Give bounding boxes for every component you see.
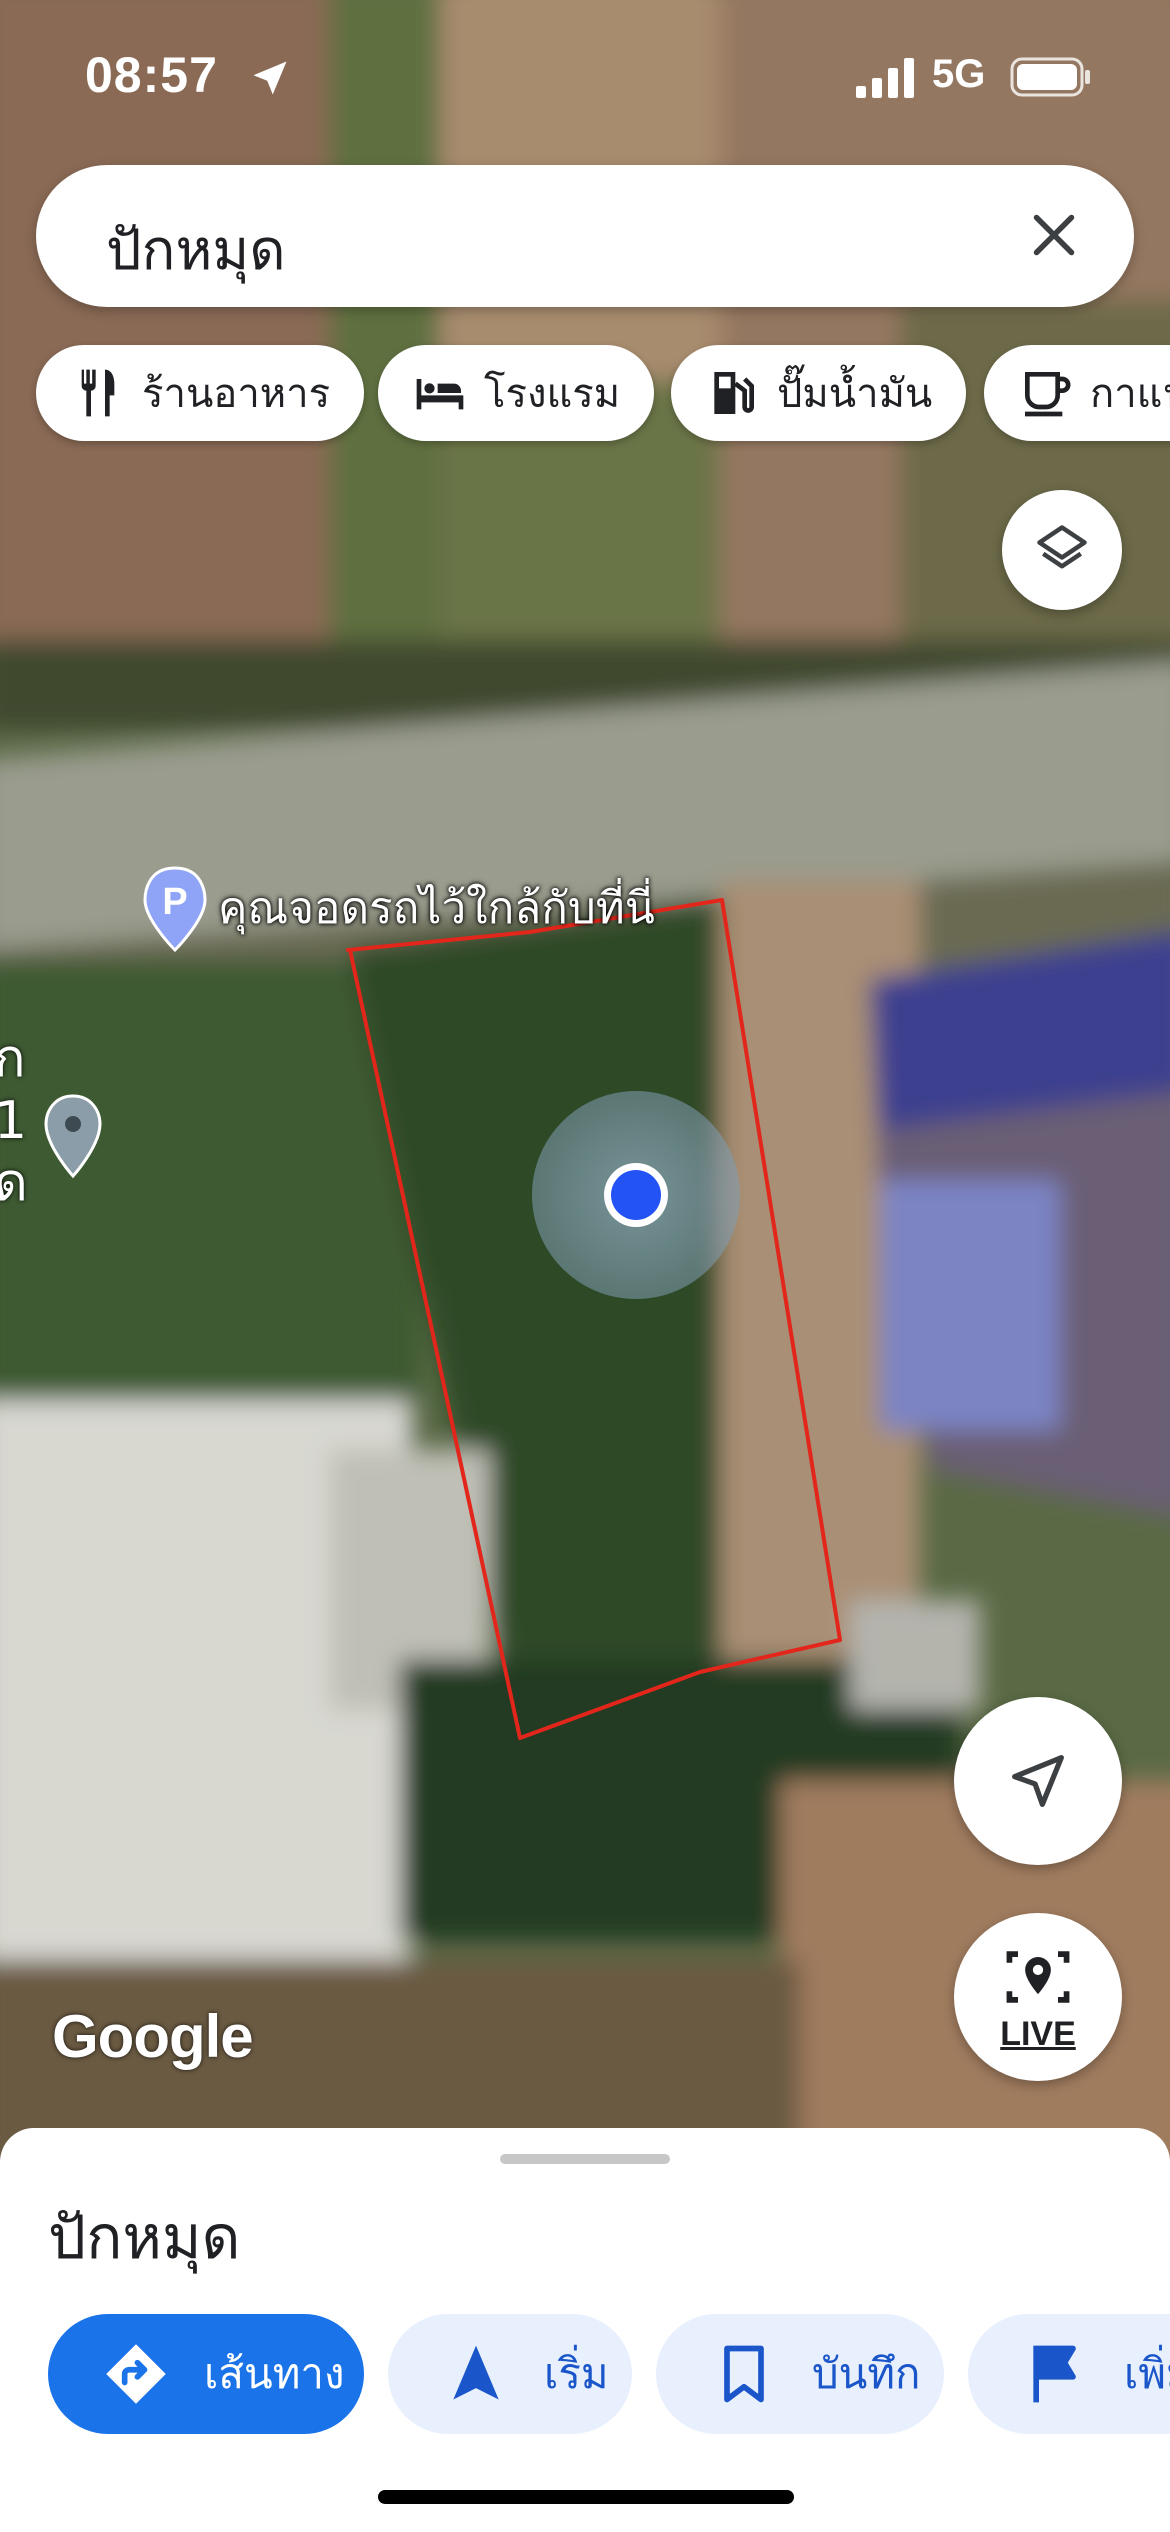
search-input[interactable]: ปักหมุด [106, 205, 286, 294]
home-indicator[interactable] [378, 2490, 794, 2504]
hotel-bed-icon [416, 379, 464, 410]
directions-icon [106, 2344, 166, 2404]
navigation-arrow-icon [453, 2345, 499, 2400]
live-label: LIVE [1000, 2014, 1076, 2053]
save-button[interactable]: บันทึก [656, 2314, 944, 2434]
bookmark-icon [724, 2345, 764, 2403]
layers-button[interactable] [1002, 490, 1122, 610]
close-icon[interactable] [1024, 205, 1084, 265]
edge-place-label[interactable]: ก 1 ด [0, 1028, 28, 1214]
chip-label: ปั๊มน้ำมัน [777, 371, 933, 417]
flag-icon [1033, 2345, 1076, 2403]
chip-gas-stations[interactable]: ปั๊มน้ำมัน [671, 345, 967, 441]
chip-restaurants[interactable]: ร้านอาหาร [36, 345, 365, 441]
sheet-drag-handle[interactable] [500, 2154, 670, 2164]
directions-button[interactable]: เส้นทาง [48, 2314, 364, 2434]
add-label-button[interactable]: เพิ่ม [968, 2314, 1170, 2434]
coffee-cup-icon [1025, 372, 1071, 417]
place-bottom-sheet[interactable]: ปักหมุด เส้นทาง เริ่ม บันทึก เพิ่ม [0, 2128, 1170, 2532]
chip-label: โรงแรม [484, 371, 621, 417]
chip-coffee[interactable]: กาแฟ [984, 345, 1170, 441]
screen: P คุณจอดรถไว้ใกล้กับที่นี่ ก 1 ด Google … [0, 0, 1170, 2532]
location-arrow-icon [253, 61, 287, 95]
my-location-button[interactable] [954, 1697, 1122, 1865]
start-button[interactable]: เริ่ม [388, 2314, 632, 2434]
network-type: 5G [932, 52, 986, 96]
parking-pin-letter: P [162, 881, 187, 923]
directions-label: เส้นทาง [204, 2349, 345, 2398]
layers-icon [1037, 525, 1087, 569]
live-view-icon [1006, 1950, 1070, 2003]
save-label: บันทึก [812, 2349, 921, 2398]
parked-here-label[interactable]: คุณจอดรถไว้ใกล้กับที่นี่ [218, 873, 655, 943]
navigation-arrow-icon [1012, 1755, 1064, 1807]
battery-icon [1010, 57, 1090, 97]
status-time: 08:57 [85, 47, 218, 103]
place-title: ปักหมุด [48, 2203, 241, 2273]
search-bar[interactable]: ปักหมุด [36, 165, 1134, 307]
chip-hotels[interactable]: โรงแรม [378, 345, 655, 441]
chip-label: กาแฟ [1090, 371, 1170, 417]
add-label: เพิ่ม [1124, 2349, 1170, 2398]
status-bar: 08:57 5G [0, 0, 1170, 150]
my-location-dot [611, 1170, 661, 1220]
google-logo: Google [52, 2003, 254, 2070]
signal-bars-icon [856, 58, 914, 98]
restaurant-icon [81, 369, 115, 417]
live-view-button[interactable]: LIVE [954, 1913, 1122, 2081]
edge-place-text: ก 1 ด [0, 1029, 28, 1213]
gas-station-icon [714, 372, 754, 414]
start-label: เริ่ม [544, 2349, 609, 2398]
chip-label: ร้านอาหาร [142, 371, 331, 417]
